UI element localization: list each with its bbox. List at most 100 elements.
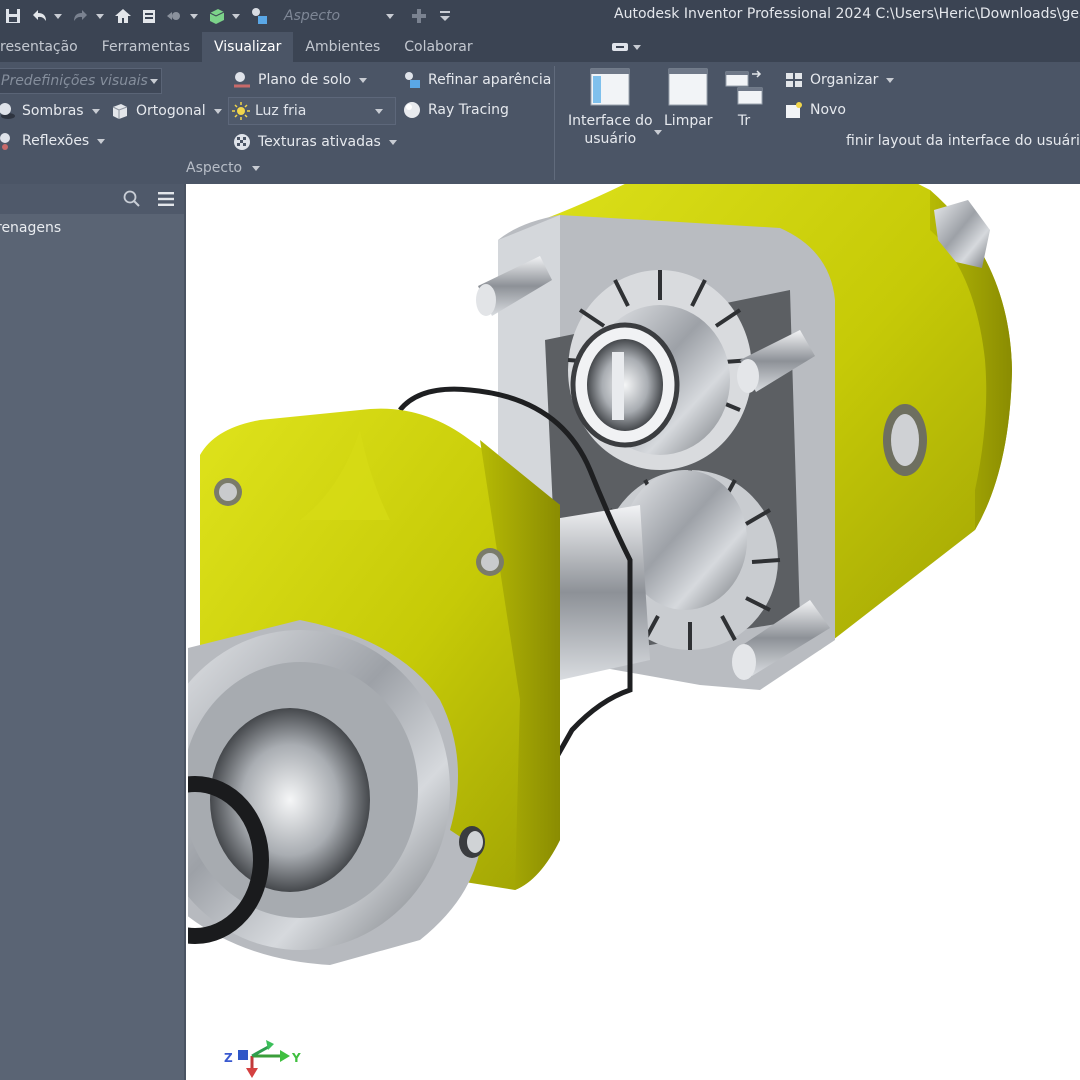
upper-gear[interactable] — [567, 270, 753, 470]
new-window-icon — [784, 100, 804, 120]
open-icon[interactable] — [136, 2, 162, 30]
ground-plane-icon — [232, 70, 252, 90]
chevron-down-icon — [359, 77, 368, 83]
textures-button[interactable]: Texturas ativadas — [232, 129, 403, 155]
ribbon-panel: Predefinições visuais Sombras Reflexões … — [0, 62, 1080, 184]
user-interface-label-2: usuário — [584, 131, 637, 147]
aspect-group-label[interactable]: Aspecto — [186, 160, 266, 176]
reflections-icon — [0, 131, 16, 151]
ribbon-tabs: resentação Ferramentas Visualizar Ambien… — [0, 32, 1080, 62]
view-triad[interactable]: Z Y — [222, 1036, 302, 1078]
clean-screen-button[interactable]: Limpar — [664, 68, 713, 130]
redo-dropdown-icon[interactable] — [96, 13, 104, 19]
undo-icon[interactable] — [26, 2, 52, 30]
arrange-icon — [784, 70, 804, 90]
appearance-select-value: Aspecto — [284, 8, 341, 24]
title-bar: Aspecto Autodesk Inventor Professional 2… — [0, 0, 1080, 32]
orthographic-button[interactable]: Ortogonal — [110, 98, 228, 124]
ray-tracing-button[interactable]: Ray Tracing — [402, 97, 509, 123]
refine-appearance-button[interactable]: Refinar aparência — [402, 67, 551, 93]
ground-plane-label: Plano de solo — [258, 72, 352, 88]
tab-ferramentas[interactable]: Ferramentas — [90, 32, 202, 62]
tab-colaborar[interactable]: Colaborar — [392, 32, 484, 62]
light-style-value: Luz fria — [255, 103, 307, 119]
textures-icon — [232, 132, 252, 152]
chevron-down-icon — [632, 44, 641, 50]
triad-z-label: Z — [224, 1051, 233, 1065]
orthographic-icon — [110, 101, 130, 121]
shadows-button[interactable]: Sombras — [0, 98, 106, 124]
shadows-label: Sombras — [22, 103, 84, 119]
redo-icon[interactable] — [68, 2, 94, 30]
chevron-down-icon — [886, 77, 895, 83]
textures-label: Texturas ativadas — [258, 134, 381, 150]
visual-presets-value: Predefinições visuais — [1, 73, 148, 89]
ray-tracing-label: Ray Tracing — [428, 102, 509, 118]
arrange-label: Organizar — [810, 72, 879, 88]
chevron-down-icon[interactable] — [654, 130, 662, 135]
orthographic-label: Ortogonal — [136, 103, 206, 119]
new-window-label: Novo — [810, 102, 846, 118]
return-icon[interactable] — [162, 2, 188, 30]
ui-layout-label: finir layout da interface do usuário — [846, 133, 1080, 149]
reflections-label: Reflexões — [22, 133, 90, 149]
aspect-group-text: Aspecto — [186, 160, 243, 176]
model-browser: renagens — [0, 184, 186, 1080]
browser-tree-item[interactable]: renagens — [0, 220, 61, 236]
tab-visualizar[interactable]: Visualizar — [202, 32, 294, 62]
material-dropdown-icon[interactable] — [232, 13, 240, 19]
chevron-down-icon — [149, 78, 158, 84]
new-window-button[interactable]: Novo — [784, 97, 846, 123]
group-divider — [554, 66, 555, 180]
light-style-content: Luz fria — [231, 101, 306, 121]
tile-windows-button[interactable]: Tr — [724, 68, 764, 130]
tile-windows-icon — [725, 70, 763, 105]
customize-icon[interactable] — [432, 2, 458, 30]
clean-screen-icon — [668, 68, 708, 106]
chevron-down-icon — [388, 139, 397, 145]
reflections-button[interactable]: Reflexões — [0, 128, 111, 154]
inventor-window: Aspecto Autodesk Inventor Professional 2… — [0, 0, 1080, 1080]
ribbon-display-toggle[interactable] — [601, 32, 657, 62]
chevron-down-icon — [97, 138, 106, 144]
chevron-down-icon — [375, 108, 383, 114]
shadows-icon — [0, 101, 16, 121]
add-icon[interactable] — [406, 2, 432, 30]
panel-toggle-icon — [611, 43, 628, 51]
ray-tracing-icon — [402, 100, 422, 120]
undo-dropdown-icon[interactable] — [54, 13, 62, 19]
save-icon[interactable] — [0, 2, 26, 30]
chevron-down-icon — [252, 165, 261, 171]
light-style-select[interactable]: Luz fria — [228, 97, 396, 125]
appearance-icon[interactable] — [246, 2, 272, 30]
clean-screen-label: Limpar — [664, 113, 713, 129]
tab-apresentacao[interactable]: resentação — [0, 32, 90, 62]
drive-shaft[interactable] — [548, 505, 650, 680]
light-icon — [231, 101, 251, 121]
chevron-down-icon — [213, 108, 222, 114]
refine-appearance-icon — [402, 70, 422, 90]
return-dropdown-icon[interactable] — [190, 13, 198, 19]
search-icon[interactable] — [122, 189, 142, 209]
triad-y-label: Y — [291, 1051, 301, 1065]
menu-icon[interactable] — [156, 189, 176, 209]
chevron-down-icon — [386, 13, 394, 19]
appearance-select[interactable]: Aspecto — [278, 4, 406, 28]
arrange-button[interactable]: Organizar — [784, 67, 900, 93]
tab-ambientes[interactable]: Ambientes — [293, 32, 392, 62]
ground-plane-button[interactable]: Plano de solo — [232, 67, 373, 93]
refine-appearance-label: Refinar aparência — [428, 72, 552, 88]
tile-windows-label: Tr — [737, 113, 751, 129]
chevron-down-icon — [91, 108, 100, 114]
ui-layout-button[interactable]: finir layout da interface do usuário — [846, 128, 1080, 154]
graphics-viewport[interactable]: Z Y — [188, 184, 1080, 1080]
quick-access-toolbar: Aspecto — [0, 0, 458, 32]
home-icon[interactable] — [110, 2, 136, 30]
gear-pump-model[interactable] — [188, 184, 1080, 1080]
window-title: Autodesk Inventor Professional 2024 C:\U… — [614, 6, 1080, 22]
material-icon[interactable] — [204, 2, 230, 30]
user-interface-button[interactable]: Interface do usuário — [568, 68, 653, 148]
browser-header — [0, 184, 184, 214]
user-interface-icon — [590, 68, 630, 106]
visual-presets-select[interactable]: Predefinições visuais — [0, 68, 162, 94]
